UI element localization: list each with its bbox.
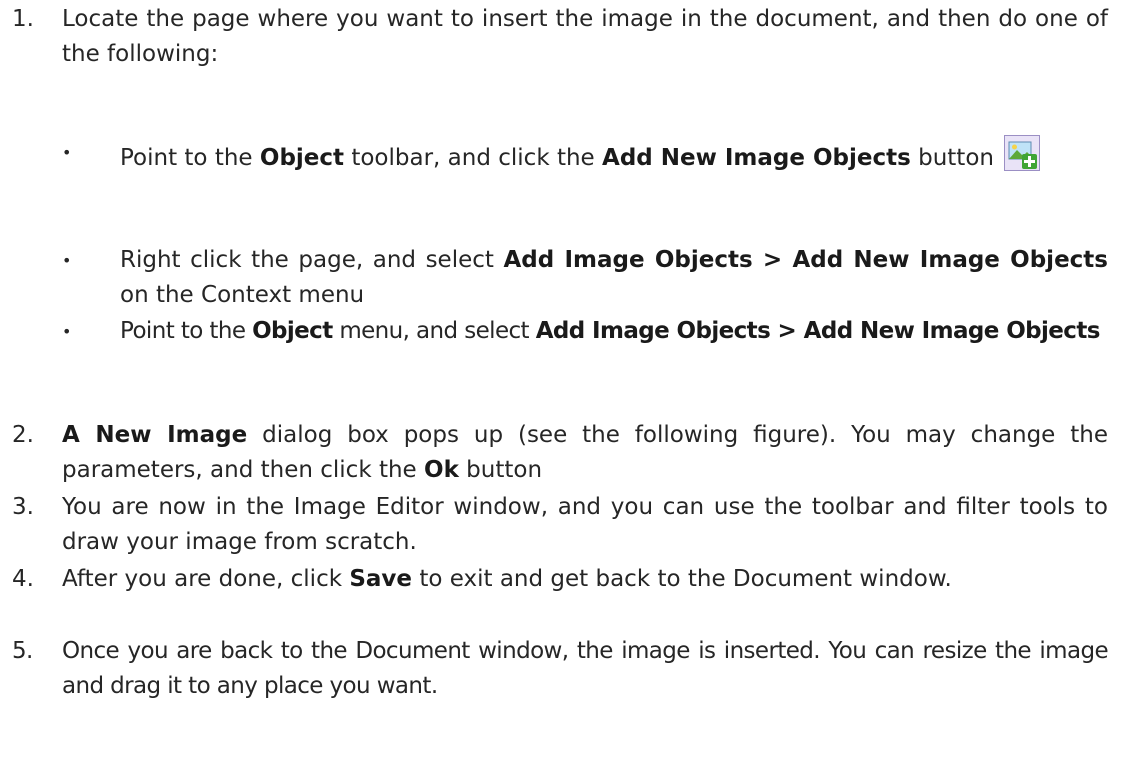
add-image-object-icon[interactable] (1003, 135, 1040, 171)
bullet-text: Point to the (120, 145, 260, 171)
bullet-bold-text: Add Image Objects > Add New Image Object… (535, 318, 1101, 344)
bullet-icon: • (62, 251, 72, 270)
bullet-item-context-menu: • Right click the page, and select Add I… (62, 243, 1108, 313)
step-bold-text: Ok (424, 457, 459, 483)
bullet-text: Point to the (120, 318, 253, 344)
step-number: 4. (12, 566, 34, 592)
step-text: button (458, 457, 543, 483)
bullet-bold-text: Object (259, 145, 345, 171)
step-text: Locate the page where you want to insert… (62, 6, 1108, 67)
bullet-item-toolbar: • Point to the Object toolbar, and click… (62, 135, 1108, 181)
bullet-text: Right click the page, and select (120, 247, 504, 273)
step-bold-text: Save (349, 566, 413, 592)
step-number: 1. (12, 6, 34, 32)
step-5: 5. Once you are back to the Document win… (12, 634, 1109, 704)
bullet-item-object-menu: • Point to the Object menu, and select A… (62, 314, 1108, 349)
bullet-icon: • (62, 322, 71, 341)
step-text: Once you are back to the Document window… (62, 638, 1109, 699)
step-text: to exit and get back to the Document win… (412, 566, 952, 592)
step-bold-text: A New Image (62, 422, 248, 448)
step-3: 3. You are now in the Image Editor windo… (12, 490, 1108, 560)
bullet-text: on the Context menu (120, 282, 365, 308)
step-number: 5. (12, 638, 33, 664)
step-text: You are now in the Image Editor window, … (62, 494, 1108, 555)
bullet-text: menu, and select (332, 318, 536, 344)
bullet-text: toolbar, and click the (344, 145, 603, 171)
bullet-bold-text: Add New Image Objects (602, 145, 911, 171)
bullet-bold-text: Object (252, 318, 333, 344)
bullet-bold-text: Add Image Objects > Add New Image Object… (503, 247, 1108, 273)
step-1: 1. Locate the page where you want to ins… (12, 2, 1108, 72)
bullet-icon: • (62, 143, 72, 162)
step-2: 2. A New Image dialog box pops up (see t… (12, 418, 1108, 488)
instruction-document: 1. Locate the page where you want to ins… (0, 0, 1123, 775)
step-number: 2. (12, 422, 34, 448)
step-text: After you are done, click (62, 566, 350, 592)
step-4: 4. After you are done, click Save to exi… (12, 562, 1108, 597)
bullet-text: button (910, 145, 994, 171)
step-number: 3. (12, 494, 34, 520)
